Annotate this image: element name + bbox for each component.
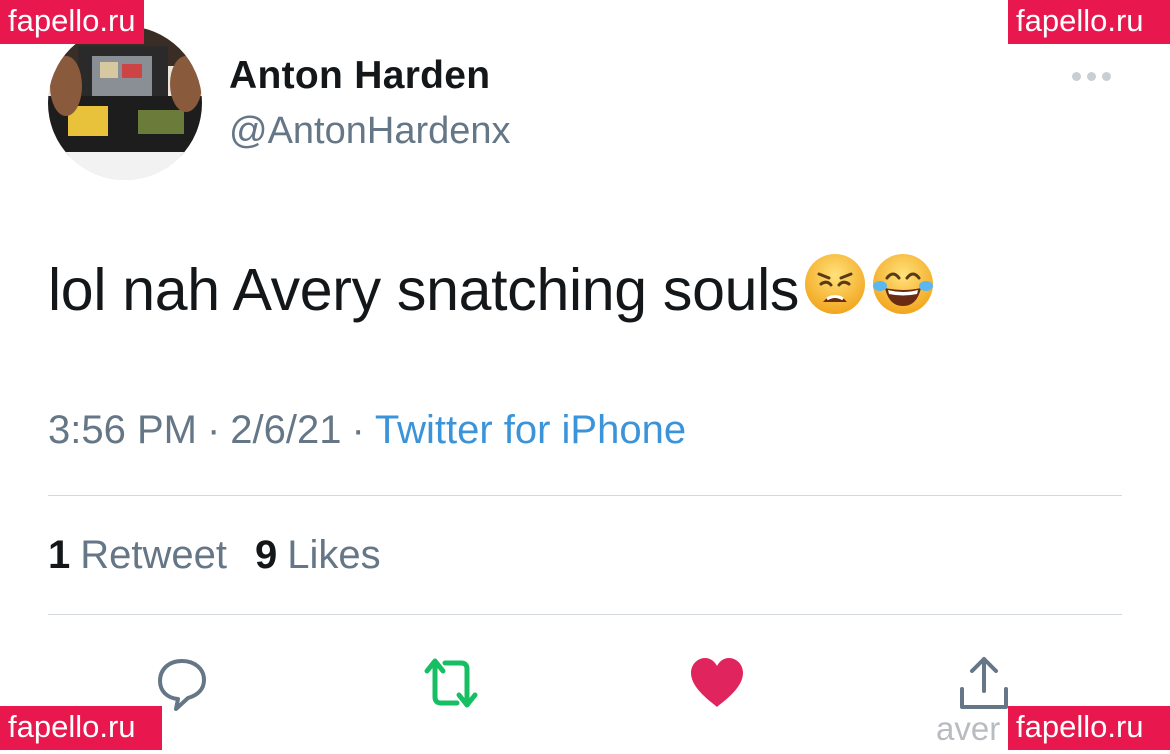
tweet-text: lol nah Avery snatching souls: [48, 252, 935, 324]
tweet-body: lol nah Avery snatching souls: [48, 257, 800, 323]
action-bar: [0, 648, 1170, 718]
tweet-source-link[interactable]: Twitter for iPhone: [375, 408, 686, 452]
share-upload-icon: [960, 657, 1008, 709]
retweets-count: 1: [48, 533, 71, 577]
divider: [48, 614, 1122, 615]
display-name[interactable]: Anton Harden: [229, 54, 490, 98]
avatar[interactable]: [48, 26, 202, 180]
dot: [1072, 71, 1081, 81]
likes-label: Likes: [287, 533, 381, 577]
tweet-date: 2/6/21: [230, 408, 342, 452]
heart-icon: [691, 658, 743, 707]
watermark-top-right: fapello.ru: [1008, 0, 1170, 44]
dot: [1102, 71, 1111, 81]
speech-bubble-icon: [158, 659, 206, 711]
watermark-bottom-right: fapello.ru: [1008, 706, 1170, 750]
retweet-button[interactable]: [416, 648, 486, 718]
avatar-photo: [48, 26, 202, 180]
more-options-icon[interactable]: [1072, 66, 1120, 86]
like-button[interactable]: [682, 648, 752, 718]
tweet-meta: 3:56 PM · 2/6/21 · Twitter for iPhone: [48, 408, 686, 453]
watermark-top-left: fapello.ru: [0, 0, 144, 44]
dot: [1087, 71, 1096, 81]
retweets-label: Retweet: [80, 533, 227, 577]
separator: ·: [351, 408, 365, 452]
watermark-ghost-text: aver: [936, 710, 1001, 747]
separator: ·: [206, 408, 221, 452]
retweets-stat[interactable]: 1 Retweet: [48, 533, 227, 577]
likes-count: 9: [255, 533, 278, 577]
likes-stat[interactable]: 9 Likes: [255, 533, 381, 577]
tweet-stats: 1 Retweet 9 Likes: [48, 533, 381, 578]
retweet-icon: [424, 658, 478, 708]
weary-face-emoji: [803, 252, 867, 316]
watermark-bottom-left: fapello.ru: [0, 706, 162, 750]
tweet-time: 3:56 PM: [48, 408, 197, 452]
divider: [48, 495, 1122, 496]
face-with-tears-of-joy-emoji: [871, 252, 935, 316]
user-handle[interactable]: @AntonHardenx: [229, 110, 511, 153]
